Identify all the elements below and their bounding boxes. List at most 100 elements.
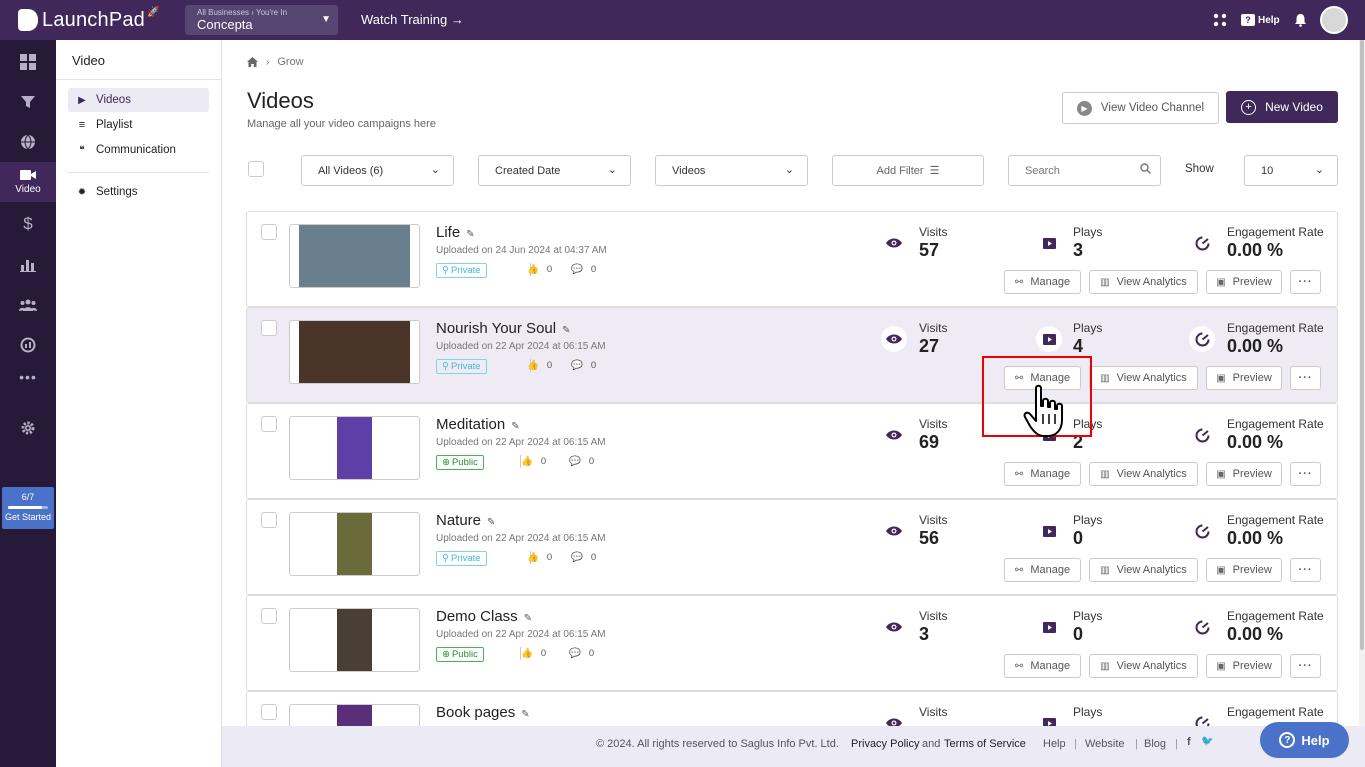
manage-button[interactable]: ⚯ Manage	[1004, 462, 1081, 486]
user-avatar[interactable]	[1320, 0, 1348, 40]
preview-button[interactable]: ▣ Preview	[1206, 366, 1282, 390]
dashboard-icon[interactable]	[0, 48, 56, 76]
view-analytics-button[interactable]: ▥ View Analytics	[1089, 558, 1198, 582]
subnav-item-settings[interactable]: ✹ Settings	[68, 180, 209, 204]
subnav-item-communication[interactable]: ❝ Communication	[68, 138, 209, 162]
pencil-edit-icon[interactable]: ✎	[521, 709, 529, 720]
video-title[interactable]: Book pages	[436, 704, 515, 721]
home-icon[interactable]	[247, 57, 258, 67]
page-size-dropdown[interactable]: 10 ⌄	[1244, 155, 1338, 186]
sort-dropdown[interactable]: Created Date ⌄	[478, 155, 631, 186]
video-title[interactable]: Nourish Your Soul	[436, 320, 556, 337]
analytics-gauge-icon[interactable]	[0, 331, 56, 359]
row-checkbox[interactable]	[261, 512, 277, 528]
pencil-edit-icon[interactable]: ✎	[487, 517, 495, 528]
video-title-wrap[interactable]: Demo Class ✎	[436, 608, 532, 625]
plays-label: Plays	[1073, 705, 1103, 719]
pencil-edit-icon[interactable]: ✎	[466, 229, 474, 240]
more-options-button[interactable]: ···	[1290, 654, 1321, 678]
more-options-button[interactable]: ···	[1290, 462, 1321, 486]
video-thumbnail[interactable]	[289, 224, 420, 288]
pencil-edit-icon[interactable]: ✎	[524, 613, 532, 624]
business-switcher[interactable]: All Businesses › You're In Concepta ▼	[185, 5, 338, 35]
website-link[interactable]: Website	[1085, 738, 1125, 750]
dollar-icon[interactable]: $	[0, 210, 56, 238]
row-checkbox[interactable]	[261, 416, 277, 432]
funnel-icon[interactable]	[0, 88, 56, 116]
apps-grid-icon[interactable]	[1213, 0, 1227, 40]
scrollbar-thumb[interactable]	[1360, 40, 1364, 650]
row-checkbox[interactable]	[261, 704, 277, 720]
divider	[68, 172, 209, 173]
more-options-button[interactable]: ···	[1290, 558, 1321, 582]
video-row[interactable]: Demo Class ✎ Uploaded on 22 Apr 2024 at 0…	[246, 595, 1338, 691]
likes-count: 0	[540, 456, 547, 467]
video-title[interactable]: Meditation	[436, 416, 505, 433]
twitter-icon[interactable]: 🐦	[1201, 736, 1213, 747]
help-button[interactable]: ? Help	[1260, 722, 1349, 758]
video-row[interactable]: Life ✎ Uploaded on 24 Jun 2024 at 04:37 A…	[246, 211, 1338, 307]
breadcrumb-item[interactable]: Grow	[277, 56, 303, 68]
more-icon[interactable]: •••	[0, 366, 56, 388]
row-checkbox[interactable]	[261, 224, 277, 240]
new-video-button[interactable]: + New Video	[1226, 91, 1338, 123]
pencil-edit-icon[interactable]: ✎	[562, 325, 570, 336]
view-analytics-button[interactable]: ▥ View Analytics	[1089, 366, 1198, 390]
video-thumbnail[interactable]	[289, 416, 420, 480]
preview-button[interactable]: ▣ Preview	[1206, 462, 1282, 486]
video-title-wrap[interactable]: Nourish Your Soul ✎	[436, 320, 570, 337]
view-analytics-button[interactable]: ▥ View Analytics	[1089, 654, 1198, 678]
more-options-button[interactable]: ···	[1290, 366, 1321, 390]
video-title[interactable]: Nature	[436, 512, 481, 529]
bar-chart-icon[interactable]	[0, 251, 56, 279]
view-analytics-button[interactable]: ▥ View Analytics	[1089, 270, 1198, 294]
video-title[interactable]: Demo Class	[436, 608, 518, 625]
view-video-channel-button[interactable]: ▶ View Video Channel	[1062, 92, 1219, 124]
privacy-policy-link[interactable]: Privacy Policy	[851, 738, 919, 750]
add-filter-button[interactable]: Add Filter ☰	[832, 155, 984, 186]
all-videos-dropdown[interactable]: All Videos (6) ⌄	[301, 155, 454, 186]
help-menu[interactable]: ? Help	[1241, 0, 1280, 40]
type-dropdown[interactable]: Videos ⌄	[655, 155, 808, 186]
video-thumbnail[interactable]	[289, 608, 420, 672]
video-thumbnail[interactable]	[289, 512, 420, 576]
preview-button[interactable]: ▣ Preview	[1206, 654, 1282, 678]
video-title-wrap[interactable]: Life ✎	[436, 224, 475, 241]
video-thumbnail[interactable]	[289, 320, 420, 384]
search-icon[interactable]	[1140, 163, 1151, 177]
manage-button[interactable]: ⚯ Manage	[1004, 654, 1081, 678]
watch-training-link[interactable]: Watch Training →	[361, 12, 464, 27]
more-options-button[interactable]: ···	[1290, 270, 1321, 294]
video-title-wrap[interactable]: Book pages ✎	[436, 704, 530, 721]
video-title-wrap[interactable]: Meditation ✎	[436, 416, 520, 433]
users-icon[interactable]	[0, 291, 56, 319]
video-row[interactable]: Nature ✎ Uploaded on 22 Apr 2024 at 06:15…	[246, 499, 1338, 595]
blog-link[interactable]: Blog	[1144, 738, 1166, 750]
footer-help-link[interactable]: Help	[1043, 738, 1066, 750]
get-started-widget[interactable]: 6/7 Get Started	[2, 487, 54, 529]
terms-link[interactable]: Terms of Service	[944, 738, 1026, 750]
row-checkbox[interactable]	[261, 320, 277, 336]
select-all-checkbox[interactable]	[248, 161, 264, 177]
video-title-wrap[interactable]: Nature ✎	[436, 512, 495, 529]
video-title[interactable]: Life	[436, 224, 460, 241]
video-row[interactable]: Meditation ✎ Uploaded on 22 Apr 2024 at 0…	[246, 403, 1338, 499]
video-row[interactable]: Nourish Your Soul ✎ Uploaded on 22 Apr 20…	[246, 307, 1338, 403]
view-analytics-button[interactable]: ▥ View Analytics	[1089, 462, 1198, 486]
subnav-item-videos[interactable]: ▶ Videos	[68, 88, 209, 112]
preview-button[interactable]: ▣ Preview	[1206, 270, 1282, 294]
manage-button[interactable]: ⚯ Manage	[1004, 558, 1081, 582]
rocket-icon: 🚀	[147, 6, 160, 18]
notification-bell-icon[interactable]	[1294, 0, 1307, 40]
pencil-edit-icon[interactable]: ✎	[511, 421, 519, 432]
globe-icon[interactable]	[0, 128, 56, 156]
search-input[interactable]	[1008, 155, 1161, 186]
sidebar-item-video[interactable]: Video	[0, 162, 56, 202]
preview-button[interactable]: ▣ Preview	[1206, 558, 1282, 582]
subnav-item-playlist[interactable]: ≡ Playlist	[68, 113, 209, 137]
facebook-icon[interactable]: f	[1187, 736, 1191, 748]
gear-icon[interactable]	[0, 414, 56, 442]
launchpad-logo[interactable]: LaunchPad 🚀	[18, 7, 159, 33]
row-checkbox[interactable]	[261, 608, 277, 624]
manage-button[interactable]: ⚯ Manage	[1004, 270, 1081, 294]
